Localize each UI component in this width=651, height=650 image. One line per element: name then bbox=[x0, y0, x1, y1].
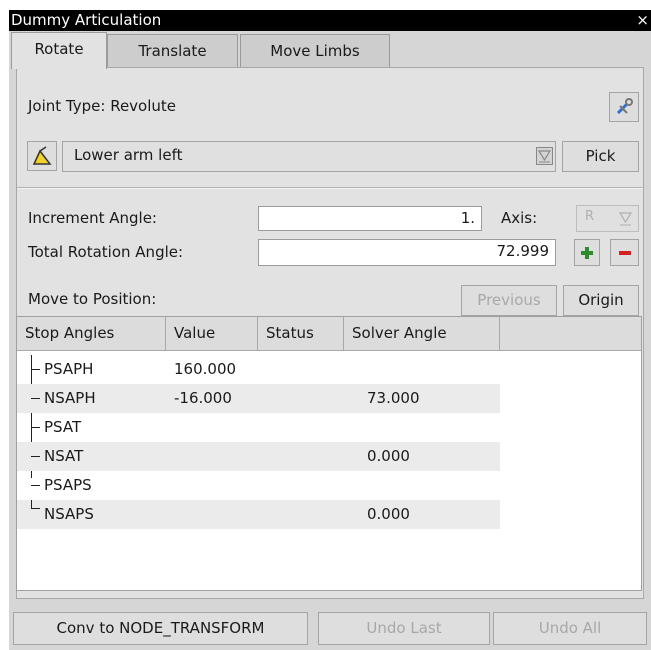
title-bar[interactable]: Dummy Articulation × bbox=[9, 10, 651, 31]
tab-translate-label: Translate bbox=[138, 42, 207, 60]
tree-branch bbox=[31, 485, 40, 486]
minus-icon bbox=[618, 251, 631, 255]
previous-button[interactable]: Previous bbox=[461, 285, 557, 316]
row-name: NSAPS bbox=[44, 505, 94, 523]
row-name: PSAPH bbox=[44, 360, 94, 378]
pick-button[interactable]: Pick bbox=[562, 141, 639, 172]
total-rotation-value: 72.999 bbox=[496, 242, 550, 260]
tab-rotate[interactable]: Rotate bbox=[11, 32, 107, 69]
undo-last-button[interactable]: Undo Last bbox=[318, 612, 490, 645]
origin-button[interactable]: Origin bbox=[563, 285, 639, 316]
undo-last-label: Undo Last bbox=[366, 619, 442, 637]
table-row[interactable]: PSAT bbox=[17, 413, 500, 442]
window-title: Dummy Articulation bbox=[11, 11, 162, 29]
axis-select[interactable]: R bbox=[576, 205, 639, 232]
tools-icon bbox=[616, 98, 633, 115]
tab-rotate-label: Rotate bbox=[34, 40, 84, 58]
total-rotation-label: Total Rotation Angle: bbox=[28, 243, 184, 261]
divider bbox=[17, 187, 643, 189]
row-name: PSAT bbox=[44, 418, 82, 436]
chevron-down-icon bbox=[618, 212, 633, 226]
row-solver-angle: 0.000 bbox=[367, 505, 410, 523]
conv-to-node-transform-button[interactable]: Conv to NODE_TRANSFORM bbox=[13, 612, 308, 645]
column-header-stop-angles[interactable]: Stop Angles bbox=[17, 317, 166, 350]
origin-button-label: Origin bbox=[578, 291, 624, 309]
plus-icon bbox=[581, 247, 593, 259]
tree-branch bbox=[31, 456, 40, 457]
stop-angles-table: Stop Angles Value Status Solver Angle PS… bbox=[16, 316, 642, 591]
table-row[interactable]: NSAPH -16.000 73.000 bbox=[17, 384, 500, 413]
tab-move-limbs[interactable]: Move Limbs bbox=[240, 34, 390, 67]
dummy-articulation-window: Dummy Articulation × Rotate Translate Mo… bbox=[9, 10, 651, 650]
plus-button[interactable] bbox=[574, 239, 600, 266]
row-value: 160.000 bbox=[174, 360, 237, 378]
row-name: PSAPS bbox=[44, 476, 92, 494]
axis-label: Axis: bbox=[501, 209, 538, 227]
table-row[interactable]: PSAPS bbox=[17, 471, 500, 500]
table-row[interactable]: PSAPH 160.000 bbox=[17, 355, 500, 384]
minus-button[interactable] bbox=[610, 239, 639, 266]
tree-line bbox=[31, 500, 32, 508]
table-row[interactable]: NSAPS 0.000 bbox=[17, 500, 500, 529]
tree-branch bbox=[31, 398, 40, 399]
tree-branch bbox=[31, 369, 40, 370]
row-name: NSAT bbox=[44, 447, 84, 465]
limb-select-value: Lower arm left bbox=[74, 146, 183, 164]
highlight-button[interactable] bbox=[27, 141, 57, 171]
pencil-icon bbox=[32, 146, 52, 165]
tree-branch bbox=[31, 508, 40, 509]
tree-branch bbox=[31, 427, 40, 428]
increment-angle-input[interactable]: 1. bbox=[258, 206, 482, 231]
increment-angle-label: Increment Angle: bbox=[28, 209, 157, 227]
total-rotation-input[interactable]: 72.999 bbox=[258, 239, 556, 266]
limb-select[interactable]: Lower arm left bbox=[62, 141, 556, 172]
move-to-position-label: Move to Position: bbox=[28, 290, 157, 308]
axis-select-value: R bbox=[585, 209, 595, 224]
table-row[interactable]: NSAT 0.000 bbox=[17, 442, 500, 471]
column-header-status[interactable]: Status bbox=[258, 317, 344, 350]
close-icon[interactable]: × bbox=[636, 10, 649, 31]
pick-button-label: Pick bbox=[585, 147, 616, 165]
row-name: NSAPH bbox=[44, 389, 96, 407]
joint-type-label: Joint Type: Revolute bbox=[28, 97, 177, 115]
tools-button[interactable] bbox=[609, 92, 639, 122]
row-value: -16.000 bbox=[174, 389, 232, 407]
row-solver-angle: 0.000 bbox=[367, 447, 410, 465]
table-header: Stop Angles Value Status Solver Angle bbox=[17, 317, 641, 351]
chevron-down-icon[interactable] bbox=[536, 147, 553, 165]
undo-all-label: Undo All bbox=[538, 619, 602, 637]
column-header-value[interactable]: Value bbox=[166, 317, 258, 350]
increment-angle-value: 1. bbox=[460, 209, 475, 227]
previous-button-label: Previous bbox=[477, 291, 541, 309]
bottom-bar: Conv to NODE_TRANSFORM Undo Last Undo Al… bbox=[9, 608, 651, 650]
conv-button-label: Conv to NODE_TRANSFORM bbox=[56, 619, 265, 637]
column-header-solver-angle[interactable]: Solver Angle bbox=[344, 317, 500, 350]
tab-translate[interactable]: Translate bbox=[107, 34, 238, 67]
undo-all-button[interactable]: Undo All bbox=[493, 612, 647, 645]
row-solver-angle: 73.000 bbox=[367, 389, 420, 407]
tab-move-limbs-label: Move Limbs bbox=[270, 42, 360, 60]
